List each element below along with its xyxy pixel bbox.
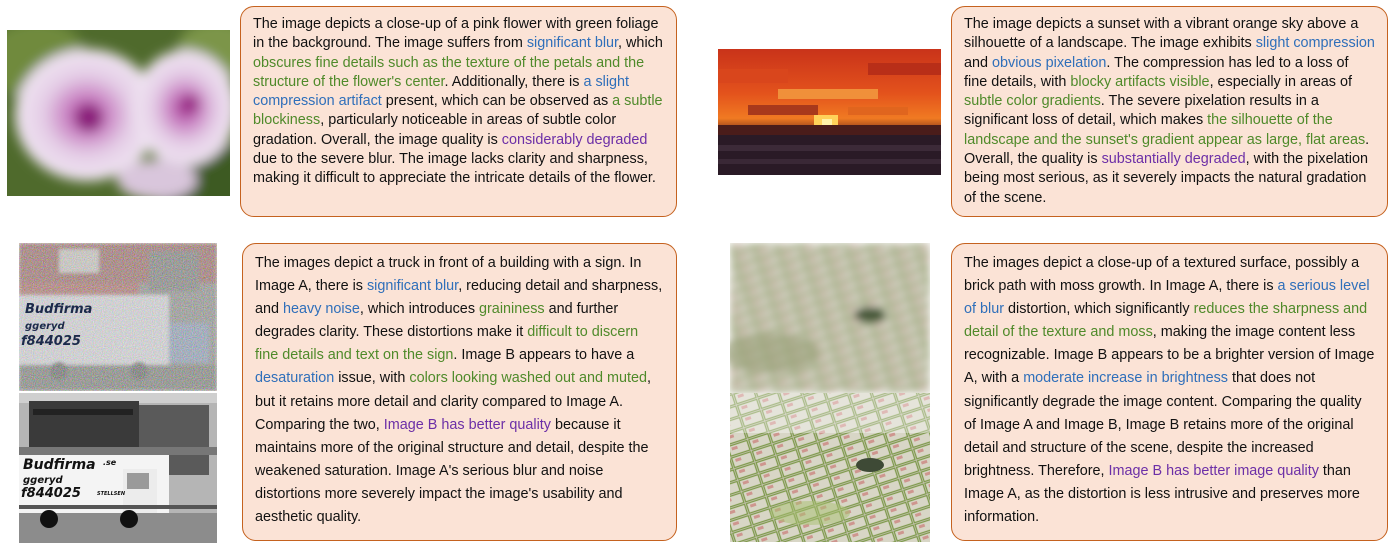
caption-text-flower: The image depicts a close-up of a pink f… — [253, 15, 664, 189]
caption-text-run: issue, with — [334, 370, 410, 387]
caption-box-brick: The images depict a close-up of a textur… — [951, 243, 1388, 541]
caption-text-run: , which introduces — [359, 301, 480, 318]
highlighted-phrase-blue: heavy noise — [283, 301, 360, 318]
truck-lettering-text: Budfirma — [25, 302, 92, 317]
truck-image-pair: Budfirma ggeryd f844025 Budfirma .se gge… — [19, 243, 217, 543]
sunset-image — [718, 49, 941, 175]
truck-lettering-text: f844025 — [21, 486, 81, 501]
caption-box-truck: The images depict a truck in front of a … — [242, 243, 677, 541]
caption-text-run: . Additionally, there is — [444, 73, 584, 90]
highlighted-phrase-blue: desaturation — [255, 370, 335, 387]
highlighted-phrase-blue: slight compression — [1255, 35, 1375, 52]
brick-path-image-pair — [730, 243, 930, 542]
caption-box-sunset: The image depicts a sunset with a vibran… — [951, 6, 1388, 217]
caption-text-run: present, which can be observed as — [381, 93, 613, 110]
highlighted-phrase-green: colors looking washed out and muted — [409, 370, 647, 387]
caption-text-run: due to the severe blur. The image lacks … — [253, 151, 656, 187]
caption-text-run: , which — [618, 35, 663, 52]
truck-lettering-text: Budfirma — [23, 457, 96, 473]
caption-box-flower: The image depicts a close-up of a pink f… — [240, 6, 677, 217]
caption-text-run: . Image B appears to have a — [453, 347, 635, 364]
caption-text-run: and — [964, 54, 993, 71]
caption-text-truck: The images depict a truck in front of a … — [255, 252, 664, 529]
caption-text-run: , especially in areas of — [1209, 73, 1352, 90]
highlighted-phrase-purple: Image B has better image quality — [1108, 462, 1319, 479]
highlighted-phrase-green: graininess — [479, 301, 545, 318]
truck-lettering-text: ggeryd — [25, 321, 66, 332]
highlighted-phrase-purple: substantially degraded — [1101, 151, 1246, 168]
truck-lettering-text: f844025 — [21, 334, 81, 349]
caption-text-run: distortion, which significantly — [1004, 301, 1194, 318]
highlighted-phrase-blue: obvious pixelation — [992, 54, 1107, 71]
caption-text-brick: The images depict a close-up of a textur… — [964, 252, 1375, 529]
highlighted-phrase-blue: significant blur — [366, 278, 459, 295]
highlighted-phrase-purple: Image B has better quality — [383, 416, 551, 433]
highlighted-phrase-green: blocky artifacts visible — [1070, 73, 1210, 90]
highlighted-phrase-purple: considerably degraded — [501, 131, 648, 148]
truck-lettering-text: ggeryd — [23, 475, 64, 486]
caption-text-sunset: The image depicts a sunset with a vibran… — [964, 15, 1375, 208]
flower-image — [7, 30, 230, 196]
highlighted-phrase-blue: moderate increase in brightness — [1023, 370, 1228, 387]
truck-lettering-text: STELLSEN — [97, 491, 126, 497]
highlighted-phrase-blue: significant blur — [526, 35, 619, 52]
truck-lettering-text: .se — [103, 458, 117, 467]
highlighted-phrase-green: subtle color gradients — [964, 93, 1101, 110]
